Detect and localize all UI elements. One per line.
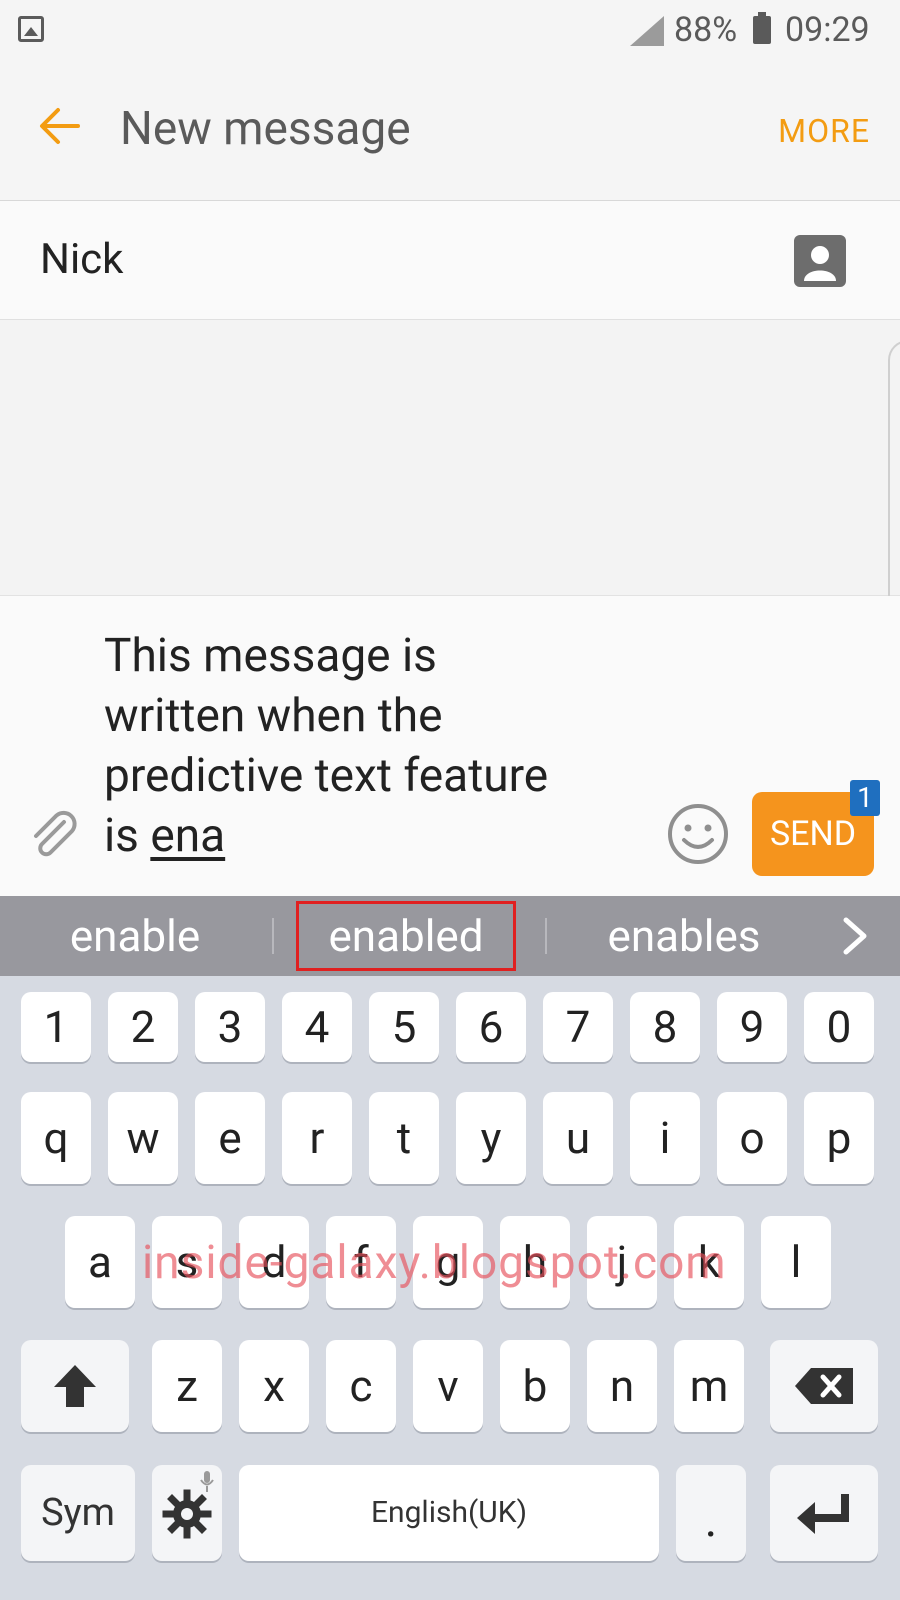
key-letter[interactable]: q: [21, 1092, 91, 1184]
app-bar: New message MORE: [0, 64, 900, 201]
conversation-area: [0, 320, 900, 596]
clock: 09:29: [785, 10, 870, 50]
message-line: is: [104, 809, 151, 863]
key-letter[interactable]: n: [587, 1340, 657, 1432]
message-line: This message is: [104, 629, 437, 683]
space-key[interactable]: English(UK): [239, 1465, 659, 1561]
suggestion-item[interactable]: enables: [578, 896, 790, 976]
key-letter[interactable]: r: [282, 1092, 352, 1184]
contact-icon: [804, 246, 836, 281]
battery-icon: [753, 12, 771, 44]
page-title: New message: [120, 102, 411, 156]
shift-icon: [54, 1365, 96, 1407]
shift-key[interactable]: [21, 1340, 129, 1432]
key-number[interactable]: 4: [282, 992, 352, 1062]
key-number[interactable]: 8: [630, 992, 700, 1062]
key-letter[interactable]: u: [543, 1092, 613, 1184]
key-letter[interactable]: y: [456, 1092, 526, 1184]
enter-key[interactable]: [770, 1465, 878, 1561]
status-bar: 88% 09:29: [0, 0, 900, 64]
gear-icon: [162, 1489, 212, 1539]
key-number[interactable]: 9: [717, 992, 787, 1062]
chevron-right-icon[interactable]: [838, 916, 872, 960]
mic-icon: [200, 1471, 214, 1492]
signal-icon: [630, 16, 664, 46]
settings-key[interactable]: [152, 1465, 222, 1561]
sym-key[interactable]: Sym: [21, 1465, 135, 1561]
key-letter[interactable]: k: [674, 1216, 744, 1308]
more-button[interactable]: MORE: [778, 112, 870, 150]
recipient-name[interactable]: Nick: [40, 235, 123, 284]
key-letter[interactable]: o: [717, 1092, 787, 1184]
backspace-icon: [795, 1368, 853, 1404]
recipient-field[interactable]: Nick: [0, 201, 900, 320]
key-number[interactable]: 1: [21, 992, 91, 1062]
attach-icon[interactable]: [26, 808, 82, 868]
key-letter[interactable]: j: [587, 1216, 657, 1308]
message-input[interactable]: This message is written when the predict…: [104, 626, 624, 866]
message-line: predictive text feature: [104, 749, 549, 803]
key-letter[interactable]: l: [761, 1216, 831, 1308]
emoji-icon[interactable]: [666, 802, 730, 870]
key-letter[interactable]: e: [195, 1092, 265, 1184]
enter-icon: [797, 1494, 849, 1534]
period-key[interactable]: .: [676, 1465, 746, 1561]
key-letter[interactable]: f: [326, 1216, 396, 1308]
key-number[interactable]: 2: [108, 992, 178, 1062]
key-letter[interactable]: x: [239, 1340, 309, 1432]
key-letter[interactable]: w: [108, 1092, 178, 1184]
key-letter[interactable]: h: [500, 1216, 570, 1308]
key-letter[interactable]: a: [65, 1216, 135, 1308]
battery-percent: 88%: [674, 10, 738, 50]
key-number[interactable]: 7: [543, 992, 613, 1062]
gallery-notification-icon: [18, 16, 44, 42]
highlight-box: [296, 901, 516, 971]
suggestion-item[interactable]: enable: [30, 896, 240, 976]
message-line: written when the: [104, 689, 443, 743]
key-letter[interactable]: d: [239, 1216, 309, 1308]
back-arrow-icon[interactable]: [38, 104, 82, 148]
sim-badge: 1: [850, 780, 880, 816]
suggestion-divider: [272, 918, 274, 954]
key-letter[interactable]: p: [804, 1092, 874, 1184]
backspace-key[interactable]: [770, 1340, 878, 1432]
message-composer: This message is written when the predict…: [0, 596, 900, 896]
key-letter[interactable]: c: [326, 1340, 396, 1432]
key-letter[interactable]: t: [369, 1092, 439, 1184]
key-number[interactable]: 3: [195, 992, 265, 1062]
key-letter[interactable]: m: [674, 1340, 744, 1432]
key-letter[interactable]: i: [630, 1092, 700, 1184]
key-letter[interactable]: s: [152, 1216, 222, 1308]
suggestion-divider: [545, 918, 547, 954]
key-letter[interactable]: g: [413, 1216, 483, 1308]
key-number[interactable]: 5: [369, 992, 439, 1062]
composing-word: ena: [150, 809, 226, 863]
key-letter[interactable]: b: [500, 1340, 570, 1432]
contact-picker-button[interactable]: [794, 235, 846, 287]
key-number[interactable]: 0: [804, 992, 874, 1062]
key-letter[interactable]: v: [413, 1340, 483, 1432]
key-letter[interactable]: z: [152, 1340, 222, 1432]
key-number[interactable]: 6: [456, 992, 526, 1062]
